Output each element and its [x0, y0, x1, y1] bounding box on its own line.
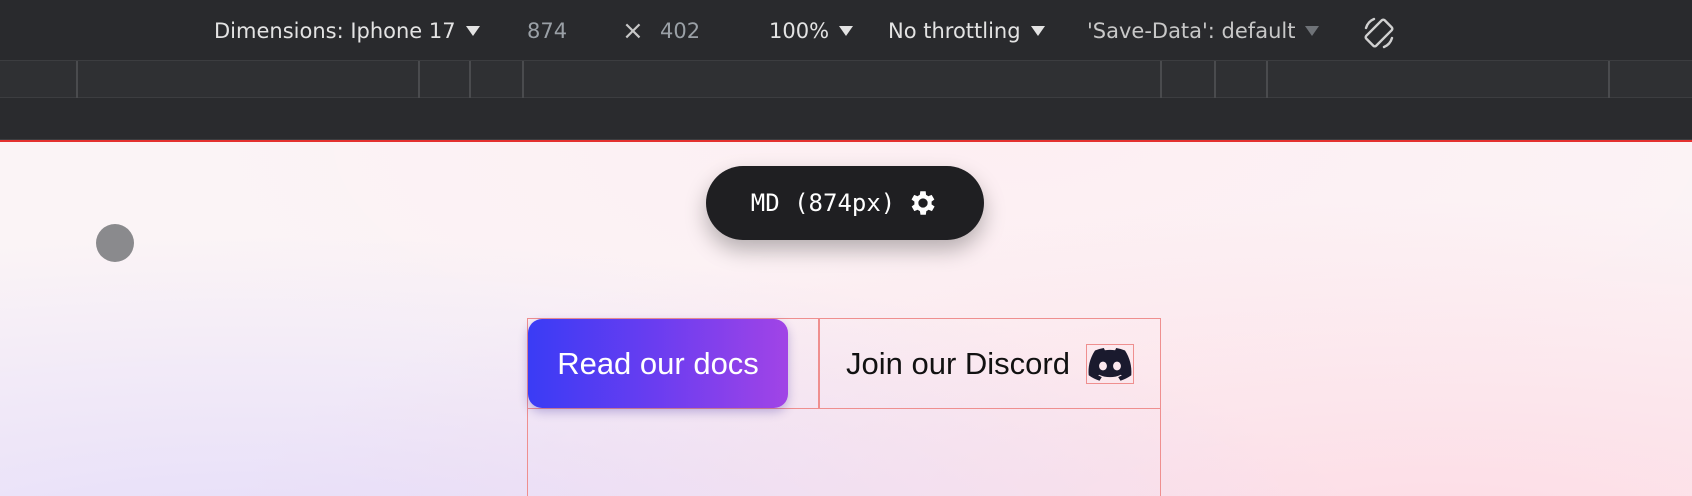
- save-data-dropdown[interactable]: 'Save-Data': default: [1087, 19, 1320, 43]
- ruler-tick: [469, 61, 471, 99]
- ruler-tick: [1266, 61, 1268, 99]
- discord-button-label: Join our Discord: [846, 346, 1070, 381]
- ruler-tick: [1160, 61, 1162, 99]
- chevron-down-icon: [839, 26, 854, 36]
- times-icon: ×: [622, 16, 644, 46]
- throttling-dropdown[interactable]: No throttling: [888, 19, 1045, 43]
- zoom-dropdown[interactable]: 100%: [769, 19, 854, 43]
- save-data-label: 'Save-Data': default: [1087, 19, 1296, 43]
- device-viewport: MD (874px) Read our docs Join our Discor…: [0, 140, 1692, 496]
- chevron-down-icon: [465, 26, 480, 36]
- device-toolbar: Dimensions: Iphone 17 874 × 402 100% No …: [0, 0, 1692, 64]
- breakpoint-label: MD (874px): [750, 189, 896, 217]
- zoom-label: 100%: [769, 19, 830, 43]
- rotate-icon[interactable]: [1360, 14, 1398, 52]
- throttling-label: No throttling: [888, 19, 1021, 43]
- discord-icon: [1088, 348, 1132, 381]
- chevron-down-icon: [1030, 26, 1045, 36]
- ruler-tick: [1214, 61, 1216, 99]
- join-discord-button[interactable]: Join our Discord: [820, 320, 1160, 408]
- ruler-tick: [418, 61, 420, 99]
- ruler-tick: [522, 61, 524, 99]
- ruler-tick: [1608, 61, 1610, 99]
- width-input[interactable]: 874: [527, 19, 567, 43]
- height-input[interactable]: 402: [660, 19, 700, 43]
- cursor-dot: [96, 224, 134, 262]
- ruler-tick: [76, 61, 78, 99]
- gear-icon: [911, 191, 935, 215]
- read-docs-button[interactable]: Read our docs: [528, 319, 788, 408]
- discord-icon-wrapper: [1085, 344, 1134, 384]
- media-query-bar-max[interactable]: [0, 60, 1692, 99]
- dimensions-dropdown[interactable]: Dimensions: Iphone 17: [214, 19, 480, 43]
- media-query-bar-min[interactable]: [0, 98, 1692, 140]
- breakpoint-indicator[interactable]: MD (874px): [706, 166, 984, 240]
- dimensions-label: Dimensions: Iphone 17: [214, 19, 456, 43]
- chevron-down-icon: [1305, 26, 1320, 36]
